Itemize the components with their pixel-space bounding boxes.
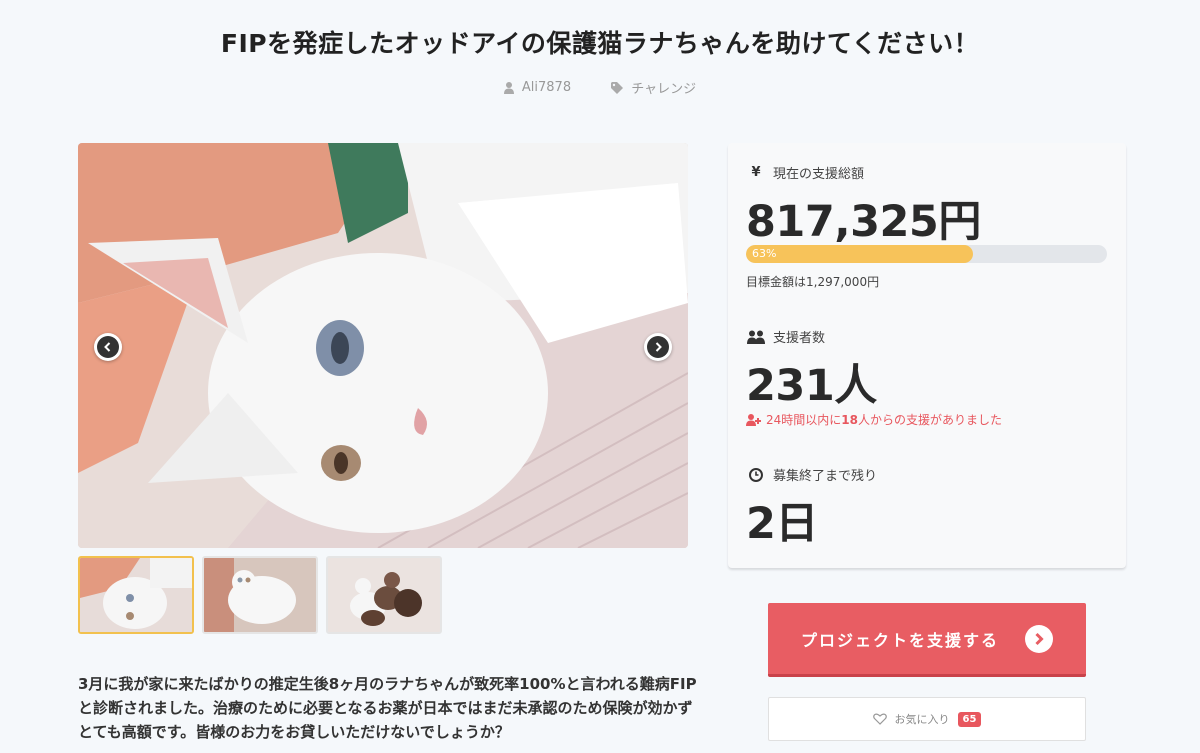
favorite-button[interactable]: お気に入り 65 [768,697,1086,741]
recent-support-note: 24時間以内に 18 人からの支援がありました [746,411,1002,428]
page-title: FIPを発症したオッドアイの保護猫ラナちゃんを助けてください！ [220,29,980,58]
arrow-circle-right-icon [1025,624,1053,653]
recent-count: 18 [841,412,858,427]
user-icon [503,81,514,94]
heart-icon [872,713,887,725]
support-project-button[interactable]: プロジェクトを支援する [768,603,1086,677]
project-meta: Ali7878 チャレンジ [0,78,1200,98]
category-link[interactable]: チャレンジ [611,78,696,97]
progress-bar: 63% [746,245,1107,263]
remaining-value: 2日 [746,499,818,549]
user-plus-icon [746,413,761,426]
total-label: 現在の支援総額 [773,167,865,182]
category-name: チャレンジ [631,82,697,97]
users-icon [747,330,765,344]
supporters-count: 231人 [746,361,877,411]
target-amount: 目標金額は1,297,000円 [746,275,880,289]
thumbnail-1[interactable] [78,556,194,634]
support-button-label: プロジェクトを支援する [800,630,999,650]
total-label-row: ¥ 現在の支援総額 [747,163,864,182]
recent-suffix: 人からの支援がありました [857,413,1002,427]
chevron-right-icon [647,336,669,358]
thumbnail-strip [78,556,442,634]
progress-fill: 63% [746,245,974,263]
thumbnail-2[interactable] [202,556,318,634]
stats-panel: ¥ 現在の支援総額 817,325円 63% 目標金額は1,297,000円 支… [728,143,1126,568]
favorite-label: お気に入り [894,713,950,726]
yen-icon: ¥ [751,165,761,180]
remaining-label: 募集終了まで残り [773,469,878,484]
project-description: 3月に我が家に来たばかりの推定生後8ヶ月のラナちゃんが致死率100%と言われる難… [78,675,697,741]
gallery-next-button[interactable] [644,333,672,361]
chevron-left-icon [97,336,119,358]
clock-icon [747,467,765,482]
image-gallery [78,143,688,548]
total-amount: 817,325円 [746,197,981,247]
thumbnail-3[interactable] [326,556,442,634]
gallery-prev-button[interactable] [94,333,122,361]
recent-prefix: 24時間以内に [766,413,842,427]
remaining-label-row: 募集終了まで残り [747,465,877,484]
tag-icon [611,81,624,94]
cat-photo [78,143,688,548]
author-link[interactable]: Ali7878 [503,80,572,95]
supporters-label-row: 支援者数 [747,327,825,346]
author-name: Ali7878 [521,80,572,95]
favorite-count-badge: 65 [957,711,982,727]
supporters-label: 支援者数 [773,331,826,346]
